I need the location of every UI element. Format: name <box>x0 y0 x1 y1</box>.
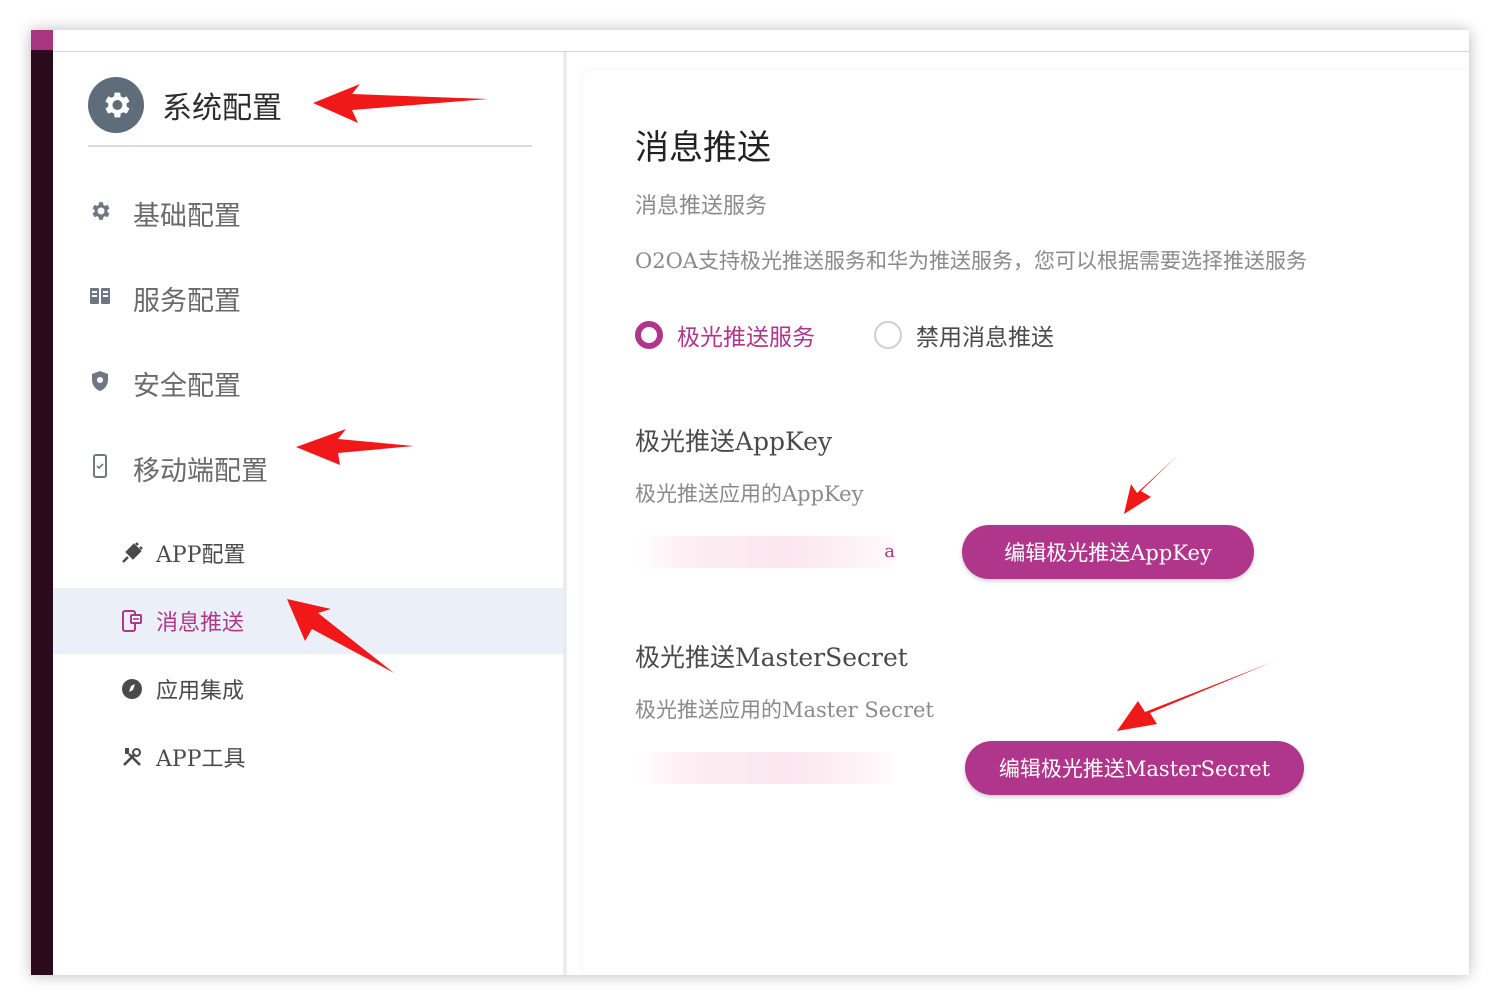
tools-icon <box>119 744 145 770</box>
radio-unchecked-icon[interactable] <box>874 321 902 349</box>
sidebar-subitem-app-config[interactable]: APP配置 <box>53 520 563 586</box>
gear-icon <box>87 198 113 224</box>
sidebar-subitem-integration[interactable]: 应用集成 <box>53 656 563 722</box>
sidebar-item-basic[interactable]: 基础配置 <box>53 182 563 242</box>
gear-icon <box>88 77 144 133</box>
shield-icon <box>87 368 113 394</box>
sidebar-header-title: 系统配置 <box>162 91 282 126</box>
edit-appkey-button[interactable]: 编辑极光推送AppKey <box>962 525 1254 579</box>
edit-mastersecret-button[interactable]: 编辑极光推送MasterSecret <box>965 741 1304 795</box>
sidebar-subitem-app-tools[interactable]: APP工具 <box>53 724 563 790</box>
app-window: 系统配置 基础配置 服务配置 安全配置 移动端配置 APP配置 消息推送 应用集… <box>31 30 1469 975</box>
sidebar-item-security[interactable]: 安全配置 <box>53 352 563 412</box>
section-description: O2OA支持极光推送服务和华为推送服务，您可以根据需要选择推送服务 <box>635 249 1307 273</box>
plug-icon <box>119 540 145 566</box>
sidebar-item-label: 基础配置 <box>133 201 241 232</box>
mastersecret-value <box>635 752 895 784</box>
sidebar-item-label: 安全配置 <box>133 371 241 402</box>
appkey-title: 极光推送AppKey <box>635 427 832 456</box>
content-panel: 消息推送 消息推送服务 O2OA支持极光推送服务和华为推送服务，您可以根据需要选… <box>583 70 1469 975</box>
radio-jpush[interactable]: 极光推送服务 <box>635 315 815 355</box>
sidebar-subitem-label: APP配置 <box>156 543 246 568</box>
radio-disable-push[interactable]: 禁用消息推送 <box>874 315 1054 355</box>
sidebar-item-label: 服务配置 <box>133 286 241 317</box>
sidebar-item-label: 移动端配置 <box>133 456 268 487</box>
appkey-description: 极光推送应用的AppKey <box>635 482 864 506</box>
sidebar: 系统配置 基础配置 服务配置 安全配置 移动端配置 APP配置 消息推送 应用集… <box>53 52 567 975</box>
sidebar-subitem-label: 应用集成 <box>156 679 245 704</box>
sidebar-subitem-push[interactable]: 消息推送 <box>53 588 563 654</box>
left-dark-strip <box>31 30 53 975</box>
left-accent-block <box>31 30 53 50</box>
push-icon <box>119 608 145 634</box>
page-title: 消息推送 <box>635 128 771 168</box>
sidebar-header[interactable]: 系统配置 <box>88 77 532 147</box>
compass-icon <box>119 676 145 702</box>
sidebar-subitem-label: 消息推送 <box>156 611 245 636</box>
section-subtitle: 消息推送服务 <box>635 194 768 219</box>
appkey-value: a <box>635 536 895 568</box>
top-bar <box>53 30 1469 52</box>
radio-label: 极光推送服务 <box>677 325 815 351</box>
mastersecret-description: 极光推送应用的Master Secret <box>635 698 934 722</box>
mastersecret-title: 极光推送MasterSecret <box>635 643 908 672</box>
sidebar-item-mobile[interactable]: 移动端配置 <box>53 437 563 497</box>
sidebar-item-service[interactable]: 服务配置 <box>53 267 563 327</box>
radio-checked-icon[interactable] <box>635 321 663 349</box>
mobile-icon <box>87 453 113 479</box>
server-icon <box>87 283 113 309</box>
sidebar-subitem-label: APP工具 <box>156 747 246 772</box>
radio-label: 禁用消息推送 <box>916 325 1054 351</box>
